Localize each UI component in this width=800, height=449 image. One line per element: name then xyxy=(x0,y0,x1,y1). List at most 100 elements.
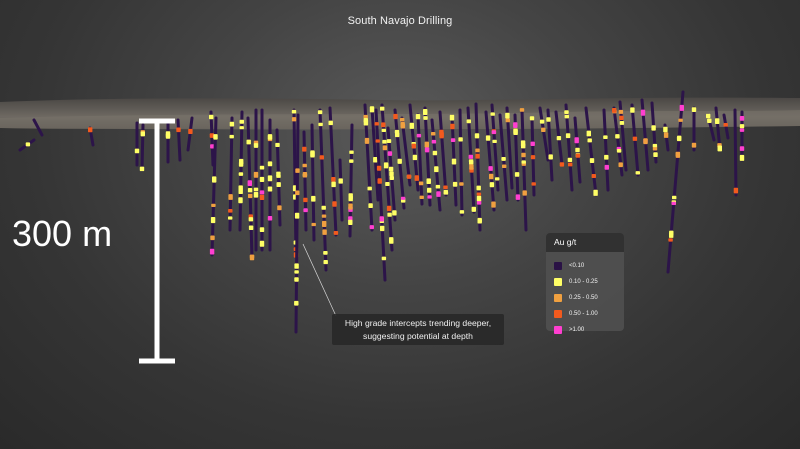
grade-interval xyxy=(267,161,273,167)
grade-interval xyxy=(489,173,494,180)
legend-item-0-25-0-50: 0.25 - 0.50 xyxy=(546,290,624,306)
grade-interval xyxy=(395,132,400,138)
grade-interval xyxy=(529,116,535,121)
grade-interval xyxy=(618,162,623,168)
grade-interval xyxy=(302,172,308,178)
grade-interval xyxy=(530,155,536,160)
grade-interval xyxy=(432,150,438,156)
grade-interval xyxy=(427,187,432,193)
grade-interval xyxy=(450,123,455,130)
grade-interval xyxy=(678,118,683,122)
drillhole-trace xyxy=(294,113,300,334)
grade-interval xyxy=(387,212,392,217)
grade-interval xyxy=(546,117,551,122)
purple-swatch-icon xyxy=(554,262,562,270)
grade-interval xyxy=(348,203,353,210)
grade-interval xyxy=(375,139,380,143)
grade-interval xyxy=(369,225,374,230)
grade-interval xyxy=(615,134,620,139)
grade-interval xyxy=(364,137,370,144)
grade-interval xyxy=(209,114,214,120)
drillhole-trace xyxy=(318,108,328,272)
3d-viewport[interactable]: South Navajo Drilling 300 m High grade i… xyxy=(0,0,800,449)
grade-interval xyxy=(253,143,259,148)
grade-legend: Au g/t <0.10 0.10 - 0.25 0.25 - 0.50 0.5… xyxy=(546,233,624,334)
grade-interval xyxy=(239,126,244,130)
grade-interval xyxy=(228,209,233,213)
grade-interval xyxy=(389,238,394,244)
magenta-swatch-icon xyxy=(554,326,562,334)
grade-interval xyxy=(612,108,617,113)
grade-interval xyxy=(635,171,640,175)
grade-interval xyxy=(328,120,333,126)
grade-interval xyxy=(501,157,506,161)
scale-bar-label: 300 m xyxy=(12,213,113,254)
grade-interval xyxy=(443,185,448,190)
grade-interval xyxy=(247,188,253,193)
grade-interval xyxy=(238,188,243,195)
grade-interval xyxy=(521,152,526,158)
grade-interval xyxy=(331,177,336,182)
legend-label: 0.50 - 1.00 xyxy=(569,311,598,317)
grade-interval xyxy=(556,136,562,141)
legend-label: <0.10 xyxy=(569,263,585,269)
legend-item-0-10-0-25: 0.10 - 0.25 xyxy=(546,274,624,290)
grade-interval xyxy=(213,134,218,140)
grade-interval xyxy=(294,263,299,269)
grade-interval xyxy=(449,114,455,121)
grade-interval xyxy=(294,270,299,274)
yellow-swatch-icon xyxy=(554,278,562,286)
grade-interval xyxy=(277,205,282,211)
grade-interval xyxy=(424,147,430,153)
grade-interval xyxy=(276,182,281,188)
grade-interval xyxy=(565,133,571,139)
grade-interval xyxy=(522,190,527,196)
grade-interval xyxy=(427,195,432,199)
grade-interval xyxy=(575,147,580,153)
grade-interval xyxy=(134,148,140,154)
grade-interval xyxy=(505,118,510,123)
grade-interval xyxy=(619,121,625,125)
grade-interval xyxy=(739,146,745,151)
grade-interval xyxy=(519,108,525,112)
grade-interval xyxy=(165,133,171,139)
grade-interval xyxy=(317,110,323,115)
annotation-line-2: suggesting potential at depth xyxy=(363,330,473,341)
grade-interval xyxy=(575,153,581,158)
grade-interval xyxy=(418,181,424,186)
grade-interval xyxy=(411,143,416,149)
grade-interval xyxy=(332,201,337,207)
grade-interval xyxy=(643,138,648,145)
grade-interval xyxy=(139,166,145,172)
grade-interval xyxy=(228,194,233,200)
grade-interval xyxy=(386,205,392,212)
grade-interval xyxy=(369,106,375,113)
grade-interval xyxy=(423,109,428,116)
grade-interval xyxy=(468,159,474,163)
grade-interval xyxy=(515,194,521,200)
grade-interval xyxy=(521,143,526,149)
grade-interval xyxy=(367,186,372,191)
grade-interval xyxy=(733,187,739,194)
legend-item-0-50-1-00: 0.50 - 1.00 xyxy=(546,306,624,322)
grade-interval xyxy=(323,260,328,265)
drillhole-scene[interactable] xyxy=(0,0,800,449)
grade-interval xyxy=(653,152,658,158)
grade-interval xyxy=(302,146,307,152)
grade-interval xyxy=(267,216,273,221)
grade-interval xyxy=(459,182,464,186)
grade-interval xyxy=(229,134,234,139)
grade-interval xyxy=(412,154,418,161)
grade-interval xyxy=(389,171,394,177)
grade-interval xyxy=(253,187,259,192)
grade-interval xyxy=(322,220,327,227)
grade-interval xyxy=(707,118,712,123)
orange-swatch-icon xyxy=(554,294,562,302)
grade-interval xyxy=(672,195,677,200)
grade-interval xyxy=(381,122,386,128)
grade-interval xyxy=(424,141,429,148)
grade-interval xyxy=(436,191,441,197)
grade-interval xyxy=(212,176,217,183)
grade-interval xyxy=(386,139,392,143)
annotation-leader-line xyxy=(302,243,337,317)
